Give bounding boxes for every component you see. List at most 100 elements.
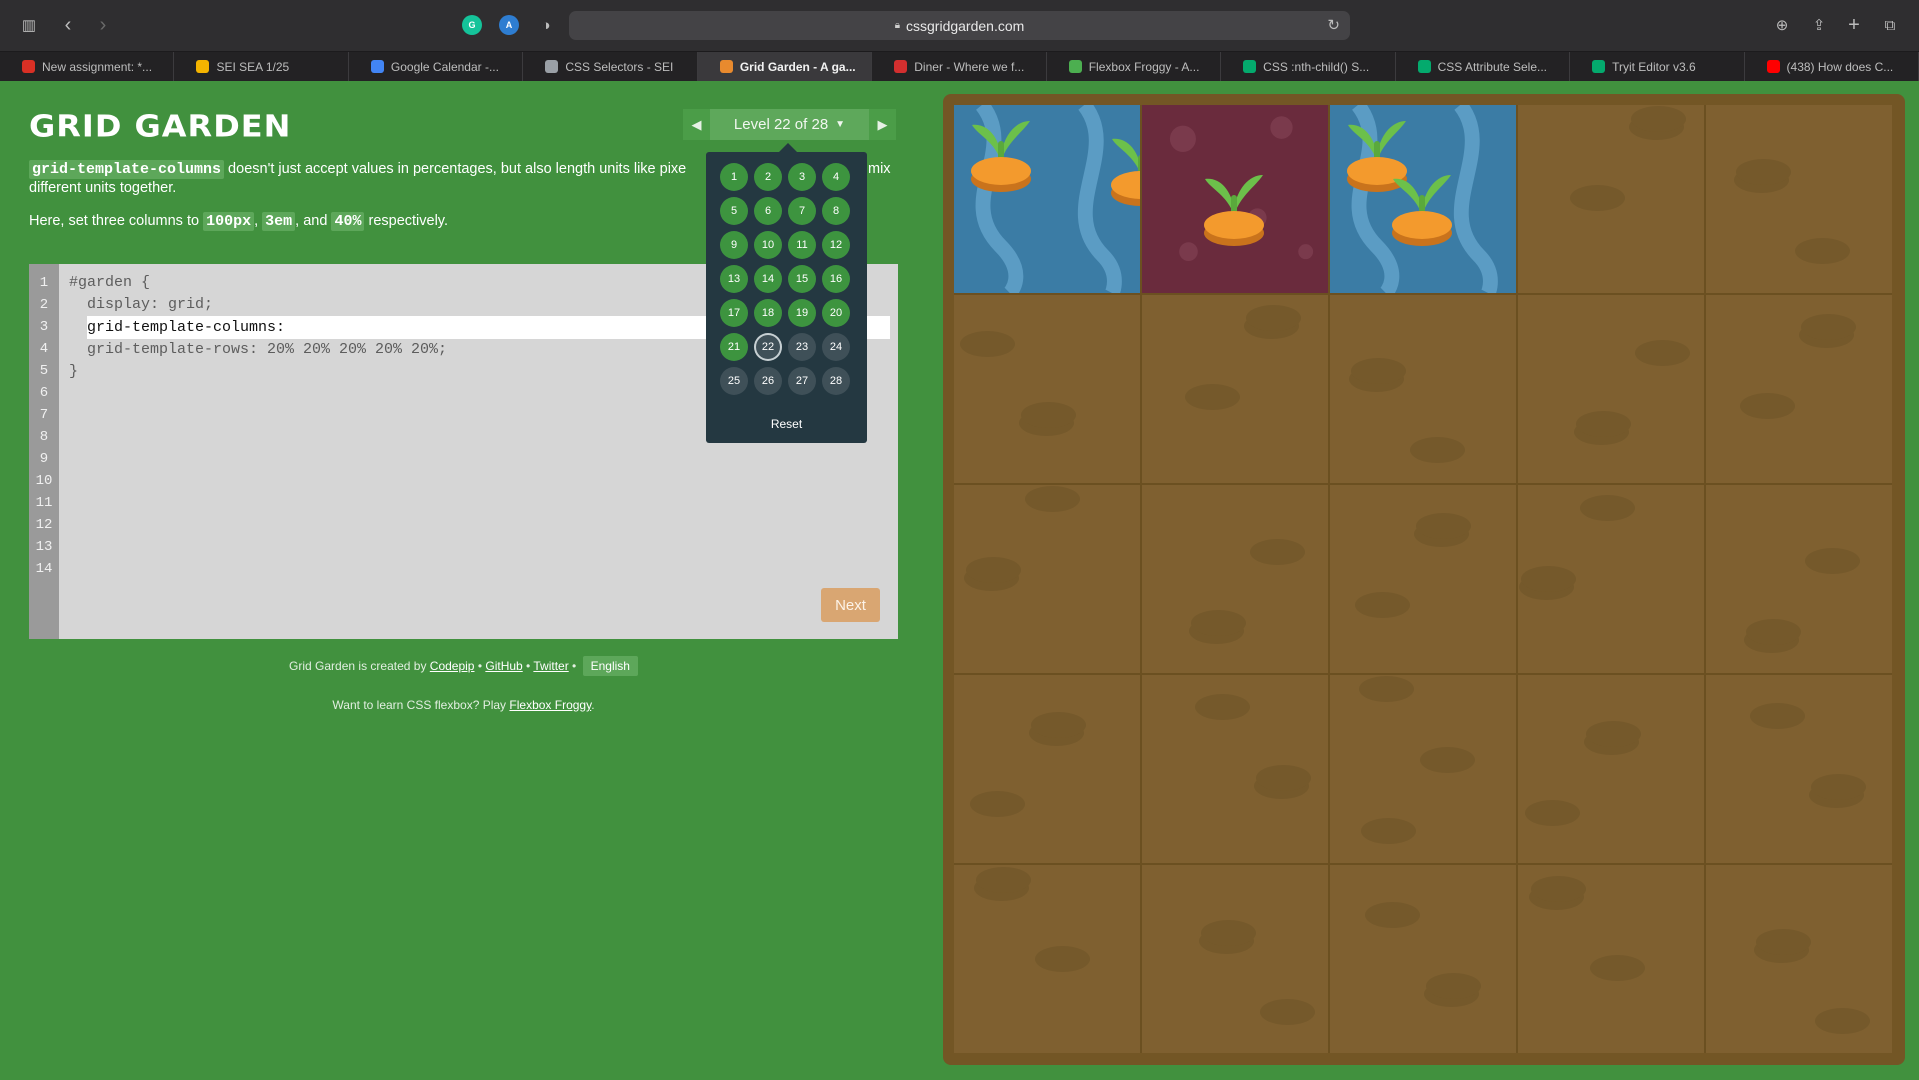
level-button[interactable]: 11 — [788, 231, 816, 259]
soil-texture — [1580, 495, 1635, 521]
browser-tab-label: Tryit Editor v3.6 — [1612, 59, 1696, 74]
task-text-pre: Here, set three columns to — [29, 213, 204, 229]
reset-button[interactable]: Reset — [706, 417, 867, 431]
flexbox-froggy-link[interactable]: Flexbox Froggy — [509, 698, 591, 712]
level-button[interactable]: 12 — [822, 231, 850, 259]
level-button[interactable]: 5 — [720, 197, 748, 225]
back-icon[interactable]: ‹ — [57, 14, 79, 36]
level-button[interactable]: 13 — [720, 265, 748, 293]
carrot-icon — [719, 60, 733, 73]
next-button[interactable]: Next — [821, 588, 880, 622]
browser-tab[interactable]: (438) How does C... — [1745, 52, 1919, 81]
level-button[interactable]: 24 — [822, 333, 850, 361]
browser-tab-label: SEI SEA 1/25 — [216, 59, 290, 74]
soil-texture — [1631, 106, 1686, 132]
task-sep-1: , — [254, 213, 263, 229]
garden-cell-soil — [954, 485, 1140, 673]
w-icon — [1243, 60, 1257, 73]
level-button[interactable]: 25 — [720, 367, 748, 395]
sidebar-toggle-icon[interactable]: ▥ — [18, 14, 40, 36]
garden-cell-soil — [1518, 105, 1704, 293]
caret-down-icon: ▼ — [835, 119, 846, 130]
level-button[interactable]: 2 — [754, 163, 782, 191]
level-button[interactable]: 15 — [788, 265, 816, 293]
level-button[interactable]: 14 — [754, 265, 782, 293]
garden-cell-soil — [954, 675, 1140, 863]
previous-level-button[interactable]: ◀ — [683, 109, 710, 140]
level-button[interactable]: 20 — [822, 299, 850, 327]
soil-texture — [1035, 946, 1090, 972]
w-icon — [1417, 60, 1431, 73]
level-button[interactable]: 26 — [754, 367, 782, 395]
line-number: 12 — [35, 517, 53, 533]
w-icon — [1592, 60, 1606, 73]
level-indicator[interactable]: Level 22 of 28 ▼ — [710, 109, 869, 140]
browser-tab[interactable]: CSS Selectors - SEI — [523, 52, 698, 81]
browser-tab[interactable]: CSS Attribute Sele... — [1396, 52, 1571, 81]
soil-texture — [1756, 929, 1811, 955]
level-button[interactable]: 3 — [788, 163, 816, 191]
soil-texture — [976, 867, 1031, 893]
next-level-button[interactable]: ▶ — [869, 109, 896, 140]
abp-icon[interactable]: A — [499, 15, 519, 35]
level-button[interactable]: 28 — [822, 367, 850, 395]
level-button[interactable]: 1 — [720, 163, 748, 191]
soil-texture — [1351, 358, 1406, 384]
browser-tab-label: (438) How does C... — [1786, 59, 1894, 74]
browser-tab[interactable]: CSS :nth-child() S... — [1221, 52, 1396, 81]
privacy-shield-icon[interactable]: ◑ — [535, 14, 557, 36]
garden-cell-soil — [954, 865, 1140, 1053]
browser-tab-label: Flexbox Froggy - A... — [1088, 59, 1200, 74]
browser-tab[interactable]: Flexbox Froggy - A... — [1047, 52, 1222, 81]
reload-icon[interactable]: ↻ — [1327, 16, 1340, 34]
address-bar[interactable]: 🔒︎ cssgridgarden.com ↻ — [569, 11, 1350, 40]
level-button[interactable]: 21 — [720, 333, 748, 361]
garden-cell-soil — [1330, 675, 1516, 863]
browser-tab[interactable]: Grid Garden - A ga... — [697, 52, 873, 81]
level-button[interactable]: 17 — [720, 299, 748, 327]
carrot-icon — [1392, 175, 1452, 246]
soil-texture — [1031, 712, 1086, 738]
codepip-link[interactable]: Codepip — [430, 659, 475, 673]
level-button[interactable]: 7 — [788, 197, 816, 225]
garden-cell-poison — [1142, 105, 1328, 293]
soil-texture — [1815, 1008, 1870, 1034]
browser-toolbar: ▥ ‹ › G A ◑ 🔒︎ cssgridgarden.com ↻ ⊕ ⇪ +… — [0, 0, 1919, 52]
level-button[interactable]: 23 — [788, 333, 816, 361]
line-numbers: 1 2 3 4 5 6 7 8 9 10 11 12 13 14 — [29, 264, 59, 639]
game-logo: GRID GARDEN — [29, 107, 292, 145]
level-button[interactable]: 27 — [788, 367, 816, 395]
level-button[interactable]: 9 — [720, 231, 748, 259]
browser-tab[interactable]: SEI SEA 1/25 — [174, 52, 349, 81]
level-button[interactable]: 16 — [822, 265, 850, 293]
level-button[interactable]: 8 — [822, 197, 850, 225]
tab-overview-icon[interactable]: ⧉ — [1879, 14, 1901, 36]
download-icon[interactable]: ⊕ — [1771, 14, 1793, 36]
task-sep-2: , and — [295, 213, 332, 229]
credits: Grid Garden is created by Codepip • GitH… — [29, 656, 898, 676]
level-button[interactable]: 10 — [754, 231, 782, 259]
garden-cell-soil — [1706, 295, 1892, 483]
browser-tab-label: Google Calendar -... — [390, 59, 499, 74]
soil-texture — [970, 791, 1025, 817]
level-button[interactable]: 18 — [754, 299, 782, 327]
share-icon[interactable]: ⇪ — [1808, 14, 1830, 36]
level-button[interactable]: 22 — [754, 333, 782, 361]
browser-tab[interactable]: New assignment: *... — [0, 52, 175, 81]
gmail-icon — [22, 60, 35, 73]
language-button[interactable]: English — [582, 656, 638, 676]
browser-tab[interactable]: Tryit Editor v3.6 — [1570, 52, 1745, 81]
soil-texture — [1525, 800, 1580, 826]
new-tab-icon[interactable]: + — [1843, 14, 1865, 36]
level-button[interactable]: 4 — [822, 163, 850, 191]
github-link[interactable]: GitHub — [485, 659, 522, 673]
forward-icon[interactable]: › — [92, 14, 114, 36]
garden-cell-soil — [1518, 295, 1704, 483]
level-button[interactable]: 6 — [754, 197, 782, 225]
level-button[interactable]: 19 — [788, 299, 816, 327]
soil-texture — [1021, 402, 1076, 428]
browser-tab[interactable]: Diner - Where we f... — [872, 52, 1047, 81]
grammarly-icon[interactable]: G — [462, 15, 482, 35]
browser-tab[interactable]: Google Calendar -... — [349, 52, 524, 81]
twitter-link[interactable]: Twitter — [533, 659, 568, 673]
